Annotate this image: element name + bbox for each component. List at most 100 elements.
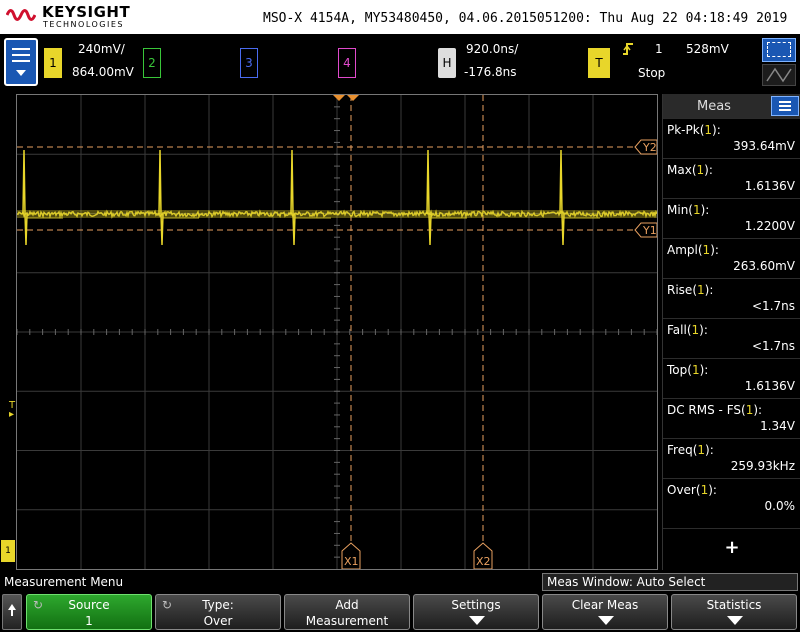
source-softkey-label: Source	[68, 598, 110, 612]
cursor-y2-label: Y2	[642, 141, 657, 154]
channel-3-badge[interactable]: 3	[240, 48, 258, 78]
add-softkey-line1: Add	[335, 598, 359, 612]
add-measurement-softkey[interactable]: Add Measurement	[284, 594, 410, 630]
add-measurement-icon[interactable]: +	[663, 528, 800, 566]
brand-subtitle: TECHNOLOGIES	[43, 20, 124, 29]
measurement-item[interactable]: Max(1): 1.6136V	[663, 158, 800, 198]
measurement-item[interactable]: DC RMS - FS(1): 1.34V	[663, 398, 800, 438]
measurement-value: 263.60mV	[733, 259, 795, 273]
keysight-wave-icon	[6, 9, 36, 21]
measurement-value: 1.6136V	[744, 379, 795, 393]
source-softkey[interactable]: ↻ Source 1	[26, 594, 152, 630]
measurement-item[interactable]: Min(1): 1.2200V	[663, 198, 800, 238]
settings-softkey[interactable]: Settings	[413, 594, 539, 630]
channel-1-spike	[426, 149, 432, 246]
trigger-position-marker	[333, 95, 345, 101]
clear-meas-softkey-label: Clear Meas	[571, 598, 639, 612]
statistics-softkey-label: Statistics	[706, 598, 762, 612]
trigger-source: 1	[655, 42, 663, 56]
channel-1-spike	[22, 149, 28, 246]
channel-1-badge[interactable]: 1	[44, 48, 62, 78]
measurement-item[interactable]: Rise(1): <1.7ns	[663, 278, 800, 318]
measurement-value: <1.7ns	[752, 339, 795, 353]
measurement-value: 1.34V	[760, 419, 795, 433]
add-softkey-line2: Measurement	[305, 614, 389, 628]
measurement-item[interactable]: Fall(1): <1.7ns	[663, 318, 800, 358]
measurement-label: Max(1):	[667, 163, 713, 177]
menu-strip: Measurement Menu Meas Window: Auto Selec…	[0, 572, 800, 592]
type-softkey[interactable]: ↻ Type: Over	[155, 594, 281, 630]
list-icon[interactable]	[771, 96, 799, 116]
channel-1-scale: 240mV/	[78, 42, 125, 56]
meas-title: Meas	[697, 99, 731, 114]
chevron-down-icon	[16, 70, 26, 76]
cursor-y1-label: Y1	[642, 224, 657, 237]
graticule-grid: Y2 Y1 X1 X2	[17, 95, 657, 569]
measurement-label: Fall(1):	[667, 323, 708, 337]
timebase-value: 920.0ns/	[466, 42, 519, 56]
source-softkey-value: 1	[85, 614, 93, 628]
title-bar: KEYSIGHT TECHNOLOGIES MSO-X 4154A, MY534…	[0, 0, 800, 34]
channel-1-ground-marker[interactable]: 1	[1, 540, 15, 562]
delay-value: -176.8ns	[464, 65, 517, 79]
measurement-label: Pk-Pk(1):	[667, 123, 721, 137]
triangle-wave-icon	[766, 67, 792, 83]
down-arrow-icon	[598, 616, 614, 625]
measurement-value: 0.0%	[764, 499, 796, 513]
measurement-panel: Meas Pk-Pk(1): 393.64mV Max(1): 1.6136V Min(…	[662, 94, 800, 570]
measurement-value: 259.93kHz	[730, 459, 795, 473]
cursor-x2-label: X2	[476, 555, 491, 568]
measurement-label: Ampl(1):	[667, 243, 719, 257]
channel-2-badge[interactable]: 2	[143, 48, 161, 78]
measurement-value: 1.6136V	[744, 179, 795, 193]
cursor-x1-label: X1	[344, 555, 359, 568]
waveform-display[interactable]: Y2 Y1 X1 X2	[16, 94, 658, 570]
measurement-value: <1.7ns	[752, 299, 795, 313]
measurement-value: 1.2200V	[744, 219, 795, 233]
trigger-badge[interactable]: T	[588, 48, 610, 78]
softkey-bar: ↻ Source 1 ↻ Type: Over Add Measurement …	[0, 592, 800, 632]
type-softkey-value: Over	[203, 614, 233, 628]
statistics-softkey[interactable]: Statistics	[671, 594, 797, 630]
measurement-value: 393.64mV	[733, 139, 795, 153]
main-menu-button[interactable]	[4, 38, 38, 86]
channel-1-spike	[559, 149, 565, 246]
zoom-select-button[interactable]	[762, 38, 796, 62]
measurement-label: Rise(1):	[667, 283, 714, 297]
type-softkey-label: Type:	[202, 598, 234, 612]
measurement-label: Top(1):	[667, 363, 709, 377]
horizontal-badge[interactable]: H	[438, 48, 456, 78]
trigger-level: 528mV	[686, 42, 729, 56]
down-arrow-icon	[727, 616, 743, 625]
meas-header: Meas	[663, 94, 800, 118]
keysight-logo: KEYSIGHT TECHNOLOGIES	[6, 2, 130, 32]
channel-1-noise-band	[17, 210, 657, 218]
trigger-position-marker	[347, 95, 359, 101]
measurement-item[interactable]: Top(1): 1.6136V	[663, 358, 800, 398]
brand-name: KEYSIGHT	[42, 3, 131, 21]
channel-bar: 1 240mV/ 864.00mV 2 3 4 H 920.0ns/ -176.…	[0, 34, 800, 92]
measurement-label: Freq(1):	[667, 443, 714, 457]
selection-box-icon	[767, 42, 791, 57]
clear-meas-softkey[interactable]: Clear Meas	[542, 594, 668, 630]
menu-name: Measurement Menu	[4, 575, 124, 589]
measurement-item[interactable]: Over(1): 0.0%	[663, 478, 800, 518]
trigger-level-marker[interactable]: T ▸	[9, 400, 15, 420]
rising-edge-icon	[622, 42, 634, 60]
hamburger-icon	[12, 48, 30, 62]
back-button[interactable]	[2, 594, 22, 630]
settings-softkey-label: Settings	[451, 598, 501, 612]
touch-mode-button[interactable]	[762, 64, 796, 86]
measurement-label: Min(1):	[667, 203, 710, 217]
measurement-item[interactable]: Pk-Pk(1): 393.64mV	[663, 118, 800, 158]
meas-window-selector[interactable]: Meas Window: Auto Select	[542, 573, 798, 591]
channel-1-spike	[158, 149, 164, 246]
channel-4-badge[interactable]: 4	[338, 48, 356, 78]
run-status: Stop	[638, 66, 666, 80]
instrument-info: MSO-X 4154A, MY53480450, 04.06.201505120…	[263, 11, 788, 26]
measurement-item[interactable]: Freq(1): 259.93kHz	[663, 438, 800, 478]
measurement-item[interactable]: Ampl(1): 263.60mV	[663, 238, 800, 278]
measurement-label: DC RMS - FS(1):	[667, 403, 763, 417]
channel-1-spike	[290, 149, 296, 246]
down-arrow-icon	[469, 616, 485, 625]
